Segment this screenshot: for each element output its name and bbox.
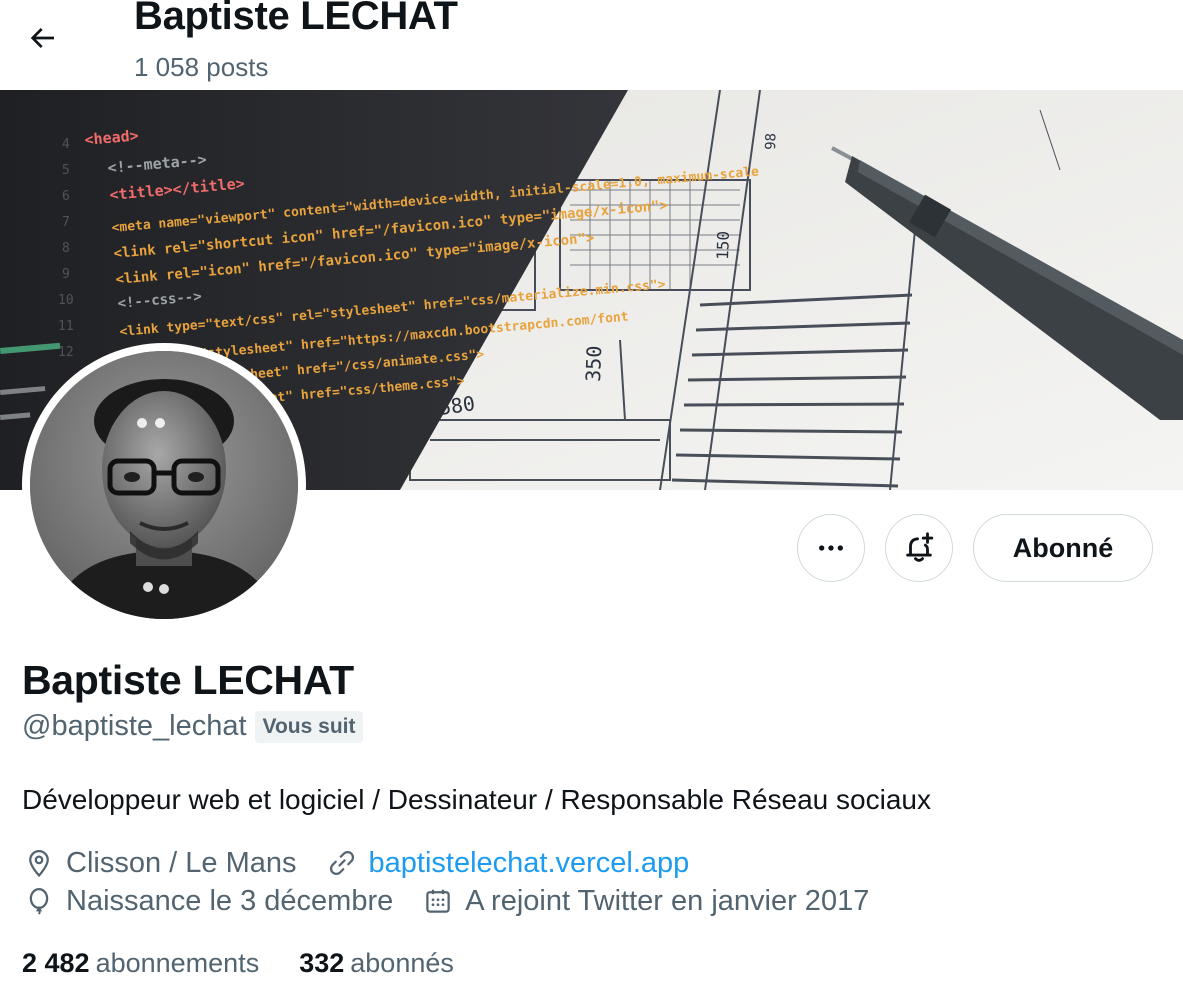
followers-label: abonnés [350, 948, 454, 978]
blueprint-label: 98 [763, 133, 780, 150]
blueprint-label: 350 [581, 345, 606, 382]
birthday-item: Naissance le 3 décembre [22, 884, 393, 918]
top-bar: Baptiste LECHAT 1 058 posts [0, 0, 1183, 90]
location-pin-icon [22, 846, 56, 880]
svg-text:7: 7 [62, 215, 70, 230]
more-options-button[interactable] [797, 514, 865, 582]
follow-stats: 2 482 abonnements 332 abonnés [22, 948, 494, 979]
svg-text:10: 10 [58, 293, 74, 308]
website-item[interactable]: baptistelechat.vercel.app [325, 846, 690, 880]
svg-text:6: 6 [62, 189, 70, 204]
followers-stat[interactable]: 332 abonnés [299, 948, 454, 979]
profile-bio: Développeur web et logiciel / Dessinateu… [22, 784, 931, 815]
following-stat[interactable]: 2 482 abonnements [22, 948, 259, 979]
header-title: Baptiste LECHAT [134, 0, 458, 38]
notifications-button[interactable] [885, 514, 953, 582]
svg-text:4: 4 [62, 137, 70, 152]
blueprint-label: 150 [713, 231, 733, 261]
posts-count: 1 058 posts [134, 52, 269, 82]
profile-meta-row: Clisson / Le Mans baptistelechat.vercel.… [22, 846, 717, 880]
joined-item: A rejoint Twitter en janvier 2017 [421, 884, 869, 918]
joined-text: A rejoint Twitter en janvier 2017 [465, 884, 870, 917]
follows-you-badge: Vous suit [254, 710, 364, 743]
following-label: abonnements [95, 948, 260, 978]
followers-count: 332 [299, 948, 345, 978]
following-count: 2 482 [22, 948, 90, 978]
svg-text:5: 5 [62, 163, 70, 178]
handle-row: @baptiste_lechat Vous suit [22, 710, 364, 743]
svg-text:12: 12 [58, 345, 74, 360]
svg-text:8: 8 [62, 241, 70, 256]
svg-text:9: 9 [62, 267, 70, 282]
svg-text:11: 11 [58, 319, 74, 334]
location-item: Clisson / Le Mans [22, 846, 297, 880]
arrow-left-icon [30, 28, 54, 48]
birthday-text: Naissance le 3 décembre [66, 884, 394, 917]
bell-plus-icon [906, 532, 934, 562]
balloon-icon [22, 884, 56, 918]
calendar-icon [421, 884, 455, 918]
link-icon [325, 846, 359, 880]
following-button[interactable]: Abonné [973, 514, 1153, 582]
website-link[interactable]: baptistelechat.vercel.app [369, 847, 690, 880]
back-button[interactable] [22, 18, 62, 58]
location-text: Clisson / Le Mans [66, 846, 297, 879]
more-horizontal-icon [819, 545, 843, 551]
profile-handle: @baptiste_lechat [22, 710, 247, 742]
profile-name: Baptiste LECHAT [22, 657, 354, 703]
profile-meta-row: Naissance le 3 décembre A rejoint Twitte… [22, 884, 897, 918]
avatar-photo [30, 351, 298, 619]
avatar[interactable] [22, 343, 306, 627]
